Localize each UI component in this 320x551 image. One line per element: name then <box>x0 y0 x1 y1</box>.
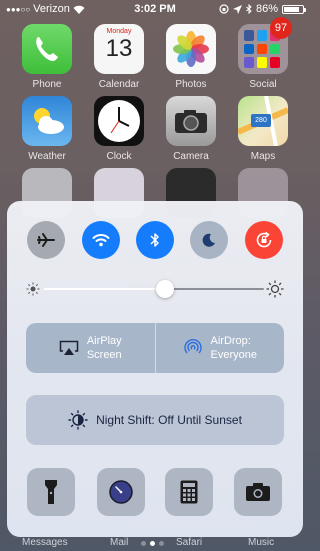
flashlight-icon <box>45 480 57 504</box>
brightness-thumb[interactable] <box>156 280 174 298</box>
calculator-button[interactable] <box>165 468 213 516</box>
rotation-lock-icon <box>256 231 272 248</box>
app-calendar[interactable]: Monday 13 Calendar <box>91 24 147 90</box>
airdrop-button[interactable]: AirDrop: Everyone <box>154 323 284 373</box>
brightness-low-icon <box>26 282 40 296</box>
app-camera[interactable]: Camera <box>163 96 219 162</box>
notification-badge: 97 <box>270 17 292 39</box>
app-social-folder[interactable]: 97 Social <box>235 17 292 90</box>
camera-icon <box>166 96 216 146</box>
location-icon <box>232 4 242 14</box>
airplane-mode-toggle[interactable] <box>27 221 65 259</box>
lock-rotation-status-icon <box>219 4 229 14</box>
maps-icon: 280 <box>238 96 288 146</box>
dock-label-messages: Messages <box>22 537 68 548</box>
app-phone[interactable]: Phone <box>19 24 75 90</box>
airplay-label: AirPlay <box>86 335 122 347</box>
page-dot <box>159 541 164 546</box>
page-dot <box>141 541 146 546</box>
wifi-icon <box>92 234 110 247</box>
airplane-icon <box>37 233 55 247</box>
phone-icon <box>22 24 72 74</box>
bluetooth-status-icon <box>246 4 252 14</box>
airplay-sublabel: Screen <box>86 349 122 361</box>
airplay-button[interactable]: AirPlay Screen <box>26 323 155 373</box>
calculator-icon <box>180 480 198 504</box>
clock-icon <box>94 96 144 146</box>
app-label: Calendar <box>98 79 140 90</box>
airdrop-label: AirDrop: <box>210 335 251 347</box>
page-indicator <box>141 541 164 546</box>
app-clock[interactable]: Clock <box>91 96 147 162</box>
brightness-slider[interactable] <box>26 278 284 300</box>
rotation-lock-toggle[interactable] <box>245 221 283 259</box>
camera-button[interactable] <box>234 468 282 516</box>
app-label: Phone <box>32 79 62 90</box>
do-not-disturb-toggle[interactable] <box>190 221 228 259</box>
airplay-icon <box>59 340 79 355</box>
airdrop-text: AirDrop: Everyone <box>211 334 257 362</box>
photos-icon <box>166 24 216 74</box>
bluetooth-toggle[interactable] <box>136 221 174 259</box>
airdrop-sublabel: Everyone <box>210 349 257 361</box>
app-label: Clock <box>106 151 132 162</box>
dock-label-safari: Safari <box>176 537 203 548</box>
battery-icon <box>282 4 306 14</box>
brightness-track <box>44 288 264 290</box>
app-label: Social <box>249 79 277 90</box>
map-road-sign: 280 <box>251 114 271 127</box>
folder-icon: 97 <box>238 17 292 74</box>
battery-percent: 86% <box>255 3 278 15</box>
calendar-day: 13 <box>105 35 133 62</box>
app-photos[interactable]: Photos <box>163 24 219 90</box>
weather-icon <box>22 96 72 146</box>
airplay-text: AirPlay Screen <box>87 334 122 362</box>
moon-icon <box>202 233 215 247</box>
airdrop-icon <box>183 339 202 354</box>
app-maps[interactable]: 280 Maps <box>235 96 291 162</box>
wifi-toggle[interactable] <box>82 221 120 259</box>
app-label: Weather <box>28 151 66 162</box>
flashlight-button[interactable] <box>27 468 75 516</box>
bluetooth-icon <box>150 233 159 247</box>
app-label: Maps <box>250 151 276 162</box>
brightness-high-icon <box>266 280 284 298</box>
night-shift-icon <box>68 410 88 430</box>
camera-icon <box>246 483 270 501</box>
status-bar: ●●●○○ Verizon 3:02 PM 86% <box>0 0 310 18</box>
timer-icon <box>109 480 133 504</box>
calendar-icon: Monday 13 <box>94 24 144 74</box>
night-shift-button[interactable]: Night Shift: Off Until Sunset <box>26 395 284 445</box>
dock-label-mail: Mail <box>110 537 129 548</box>
app-label: Camera <box>173 151 209 162</box>
app-label: Photos <box>175 79 207 90</box>
calendar-weekday: Monday <box>106 28 132 35</box>
night-shift-label: Night Shift: Off Until Sunset <box>96 413 242 427</box>
control-center: AirPlay Screen AirDrop: Everyone Night S… <box>7 201 303 537</box>
timer-button[interactable] <box>97 468 145 516</box>
dock-label-music: Music <box>248 537 275 548</box>
page-dot-active <box>150 541 155 546</box>
airplay-airdrop-row: AirPlay Screen AirDrop: Everyone <box>26 323 284 373</box>
app-weather[interactable]: Weather <box>19 96 75 162</box>
